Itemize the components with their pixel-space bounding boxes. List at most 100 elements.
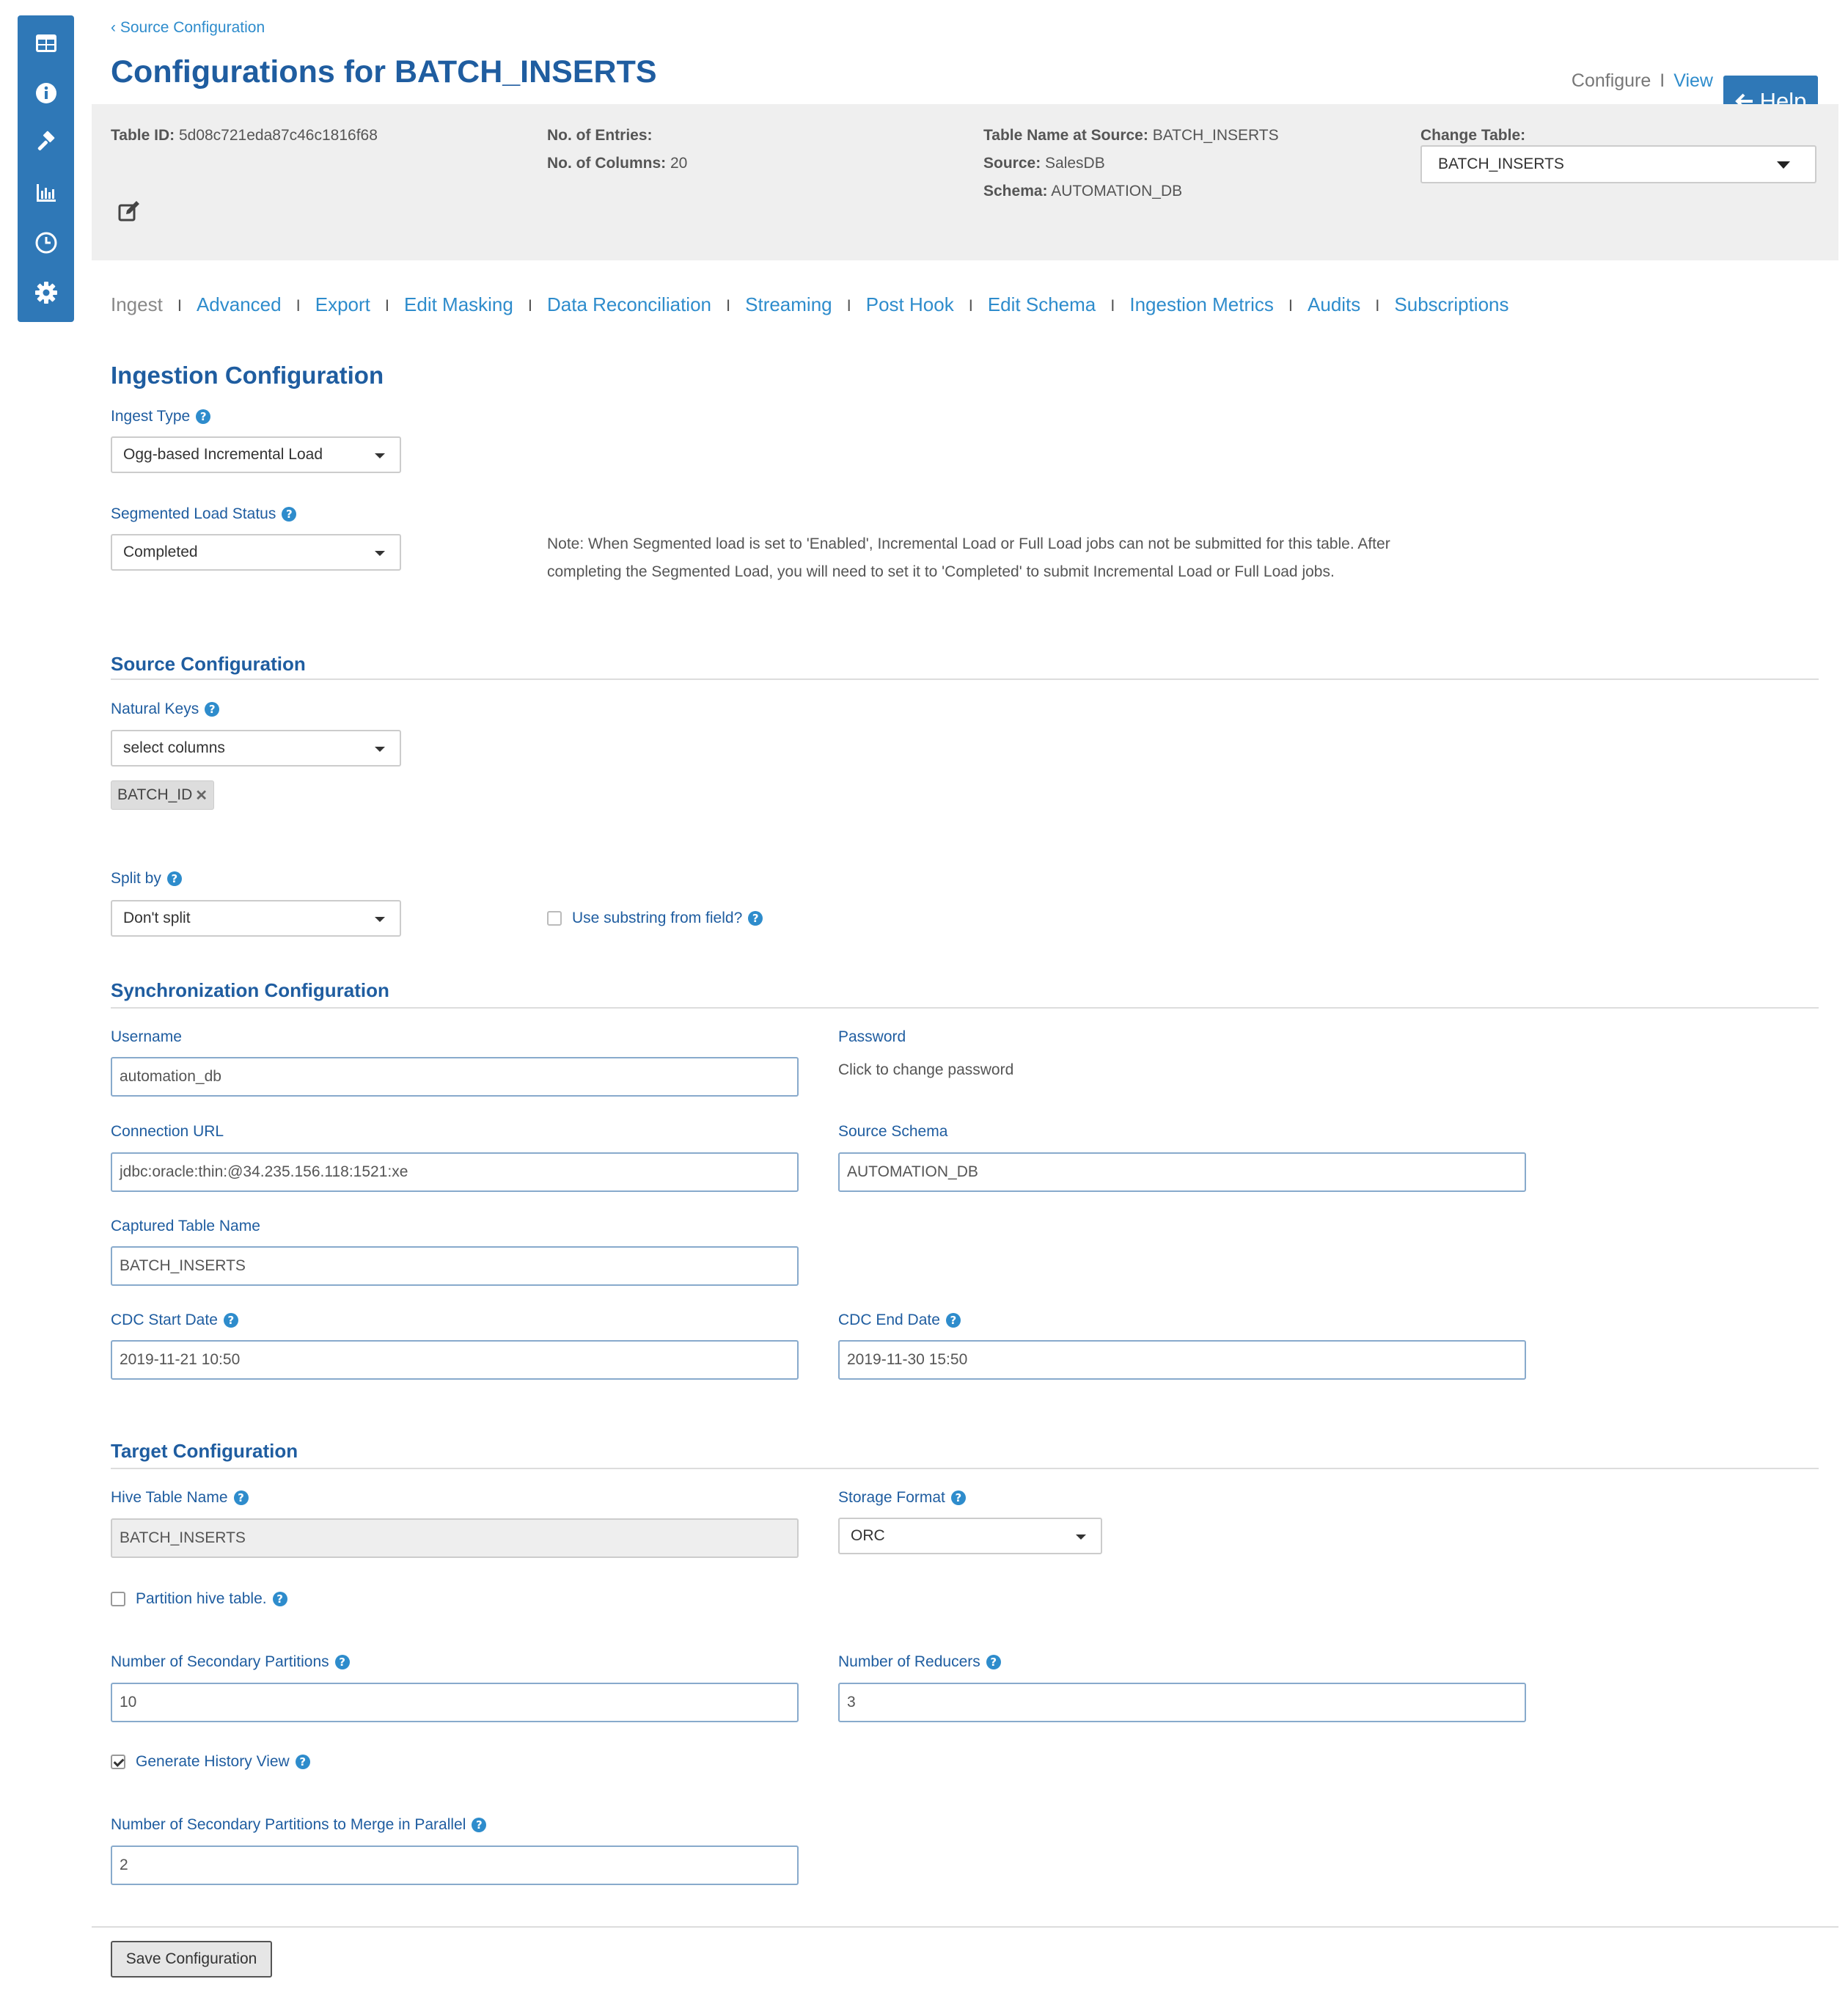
info-col-source: Table Name at Source: BATCH_INSERTS Sour… — [983, 122, 1279, 205]
substring-option: Use substring from field? ? — [547, 910, 763, 927]
cdc-start-label-text: CDC Start Date — [111, 1312, 218, 1328]
natural-keys-select[interactable]: select columns — [111, 730, 401, 767]
cdc-start-input[interactable]: 2019-11-21 10:50 — [111, 1340, 799, 1380]
columns-value: 20 — [670, 155, 688, 172]
help-circle-icon[interactable]: ? — [233, 1490, 249, 1505]
natural-key-tag: BATCH_ID ✕ — [111, 780, 215, 810]
change-table-select[interactable]: BATCH_INSERTS — [1420, 145, 1816, 183]
split-by-label: Split by? — [111, 870, 182, 888]
bar-chart-icon[interactable] — [34, 180, 59, 205]
cdc-end-input[interactable]: 2019-11-30 15:50 — [838, 1340, 1526, 1380]
help-circle-icon[interactable]: ? — [205, 702, 220, 717]
help-circle-icon[interactable]: ? — [472, 1818, 487, 1832]
tab-data-reconciliation[interactable]: Data Reconciliation — [547, 293, 711, 315]
tab-subscriptions[interactable]: Subscriptions — [1394, 293, 1508, 315]
tab-separator: I — [846, 296, 851, 315]
merge-label: Number of Secondary Partitions to Merge … — [111, 1816, 487, 1834]
sec-partitions-input[interactable]: 10 — [111, 1683, 799, 1722]
tab-edit-schema[interactable]: Edit Schema — [988, 293, 1096, 315]
table-icon[interactable] — [34, 31, 59, 56]
help-circle-icon[interactable]: ? — [295, 1755, 310, 1769]
captured-table-label: Captured Table Name — [111, 1218, 260, 1234]
target-heading: Target Configuration — [111, 1440, 298, 1462]
partition-checkbox[interactable] — [111, 1592, 125, 1606]
ingestion-heading: Ingestion Configuration — [111, 362, 384, 389]
schema-value: AUTOMATION_DB — [1051, 183, 1183, 200]
tab-advanced[interactable]: Advanced — [197, 293, 282, 315]
edit-icon[interactable] — [117, 200, 142, 224]
natural-keys-placeholder: select columns — [123, 739, 225, 756]
info-col-id: Table ID: 5d08c721eda87c46c1816f68 — [111, 122, 378, 150]
split-by-select[interactable]: Don't split — [111, 900, 401, 937]
save-configuration-button[interactable]: Save Configuration — [111, 1941, 272, 1978]
storage-format-label-text: Storage Format — [838, 1489, 945, 1506]
reducers-input[interactable]: 3 — [838, 1683, 1526, 1722]
divider — [111, 678, 1819, 680]
tab-streaming[interactable]: Streaming — [745, 293, 832, 315]
source-value: SalesDB — [1045, 155, 1105, 172]
history-view-checkbox[interactable] — [111, 1755, 125, 1769]
cdc-end-label: CDC End Date? — [838, 1312, 961, 1329]
view-link[interactable]: View — [1673, 70, 1713, 91]
captured-table-input[interactable]: BATCH_INSERTS — [111, 1246, 799, 1286]
change-password-link[interactable]: Click to change password — [838, 1061, 1013, 1079]
info-col-counts: No. of Entries: No. of Columns: 20 — [547, 122, 687, 178]
tab-audits[interactable]: Audits — [1308, 293, 1360, 315]
substring-label: Use substring from field? — [572, 910, 743, 926]
help-circle-icon[interactable]: ? — [223, 1313, 238, 1328]
chevron-left-icon: ‹ — [111, 19, 116, 36]
configure-view-switch: Configure I View — [1572, 70, 1713, 92]
ingest-type-select[interactable]: Ogg-based Incremental Load — [111, 436, 401, 473]
close-icon[interactable]: ✕ — [195, 786, 208, 805]
caret-down-icon — [1777, 161, 1790, 169]
change-table-value: BATCH_INSERTS — [1438, 156, 1564, 172]
segmented-label: Segmented Load Status? — [111, 505, 297, 523]
ingest-type-label-text: Ingest Type — [111, 408, 191, 425]
help-circle-icon[interactable]: ? — [334, 1655, 350, 1669]
configure-link[interactable]: Configure — [1572, 70, 1651, 91]
tab-ingest[interactable]: Ingest — [111, 293, 163, 315]
storage-format-select[interactable]: ORC — [838, 1518, 1102, 1554]
segmented-select[interactable]: Completed — [111, 534, 401, 571]
sidebar — [18, 15, 74, 322]
divider — [111, 1468, 1819, 1469]
sec-partitions-label-text: Number of Secondary Partitions — [111, 1653, 329, 1670]
gear-icon[interactable] — [34, 280, 59, 305]
segmented-label-text: Segmented Load Status — [111, 505, 276, 522]
help-circle-icon[interactable]: ? — [945, 1313, 961, 1328]
source-table-value: BATCH_INSERTS — [1152, 127, 1279, 144]
tab-separator: I — [384, 296, 390, 315]
reducers-label: Number of Reducers? — [838, 1653, 1001, 1671]
segmented-value: Completed — [123, 544, 198, 560]
partition-option: Partition hive table. ? — [111, 1590, 287, 1608]
help-circle-icon[interactable]: ? — [282, 507, 297, 522]
info-icon[interactable] — [34, 81, 59, 106]
caret-down-icon — [375, 551, 385, 556]
tab-separator: I — [177, 296, 182, 315]
natural-keys-label: Natural Keys? — [111, 700, 220, 718]
table-id-label: Table ID: — [111, 127, 175, 144]
clock-icon[interactable] — [34, 230, 59, 255]
hive-table-label-text: Hive Table Name — [111, 1489, 228, 1506]
merge-input[interactable]: 2 — [111, 1845, 799, 1885]
help-circle-icon[interactable]: ? — [196, 409, 211, 424]
reducers-label-text: Number of Reducers — [838, 1653, 980, 1670]
help-circle-icon[interactable]: ? — [272, 1592, 287, 1606]
help-circle-icon[interactable]: ? — [950, 1490, 966, 1505]
help-circle-icon[interactable]: ? — [166, 871, 182, 886]
username-input[interactable]: automation_db — [111, 1057, 799, 1097]
sec-partitions-label: Number of Secondary Partitions? — [111, 1653, 350, 1671]
tag-label: BATCH_ID — [117, 786, 193, 803]
connection-url-input[interactable]: jdbc:oracle:thin:@34.235.156.118:1521:xe — [111, 1152, 799, 1192]
tab-export[interactable]: Export — [315, 293, 370, 315]
help-circle-icon[interactable]: ? — [748, 911, 763, 926]
substring-checkbox[interactable] — [547, 911, 562, 926]
tab-edit-masking[interactable]: Edit Masking — [404, 293, 513, 315]
tab-separator: I — [968, 296, 973, 315]
help-circle-icon[interactable]: ? — [986, 1655, 1001, 1669]
tab-post-hook[interactable]: Post Hook — [866, 293, 954, 315]
gavel-icon[interactable] — [34, 131, 59, 156]
source-schema-input[interactable]: AUTOMATION_DB — [838, 1152, 1526, 1192]
back-link[interactable]: ‹ Source Configuration — [111, 19, 265, 37]
tab-ingestion-metrics[interactable]: Ingestion Metrics — [1129, 293, 1274, 315]
